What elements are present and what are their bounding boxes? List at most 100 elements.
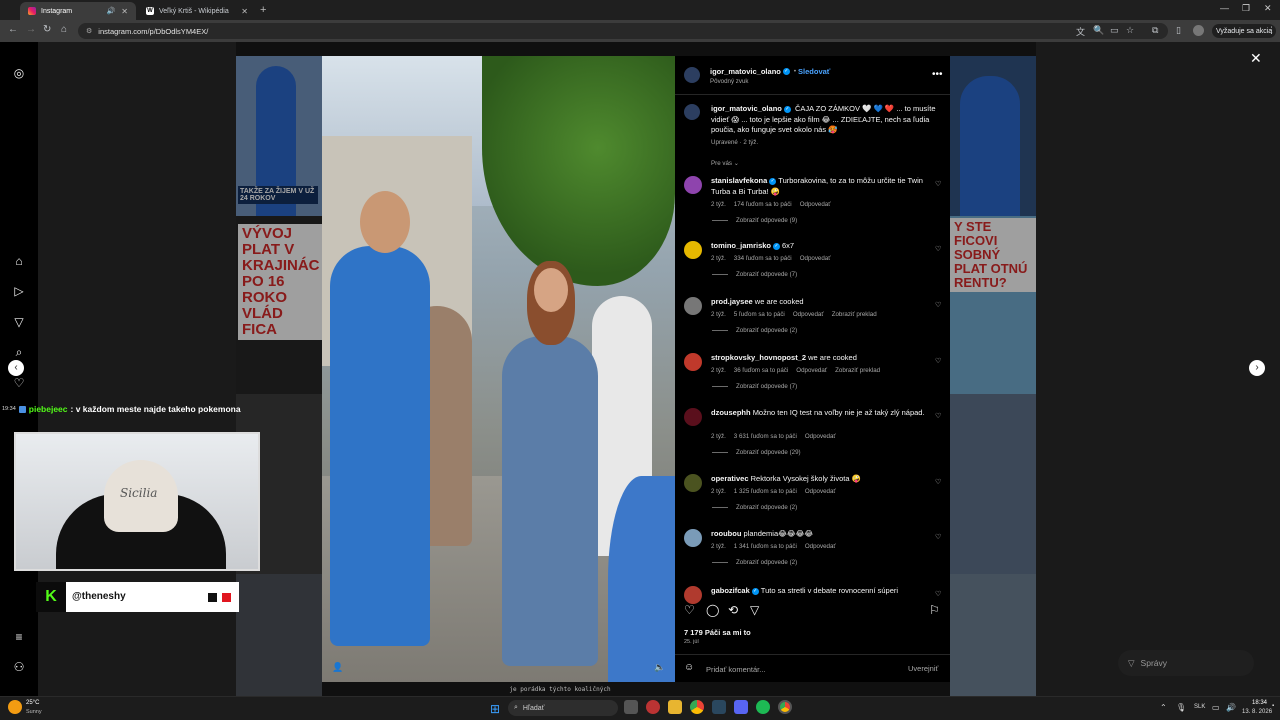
address-bar[interactable]: ⚙ instagram.com/p/DbOdlsYM4EX/ [78, 23, 1168, 39]
chrome-secondary-icon[interactable] [778, 700, 792, 714]
tab-instagram[interactable]: Instagram 🔊 ✕ [20, 2, 136, 20]
comment-avatar[interactable] [684, 176, 702, 194]
close-modal-icon[interactable]: ✕ [1250, 50, 1262, 67]
likes-count[interactable]: 7 179 Páči sa mi to [684, 628, 751, 637]
comment-like-icon[interactable]: ♡ [935, 412, 941, 420]
weather-temp[interactable]: 25°C [26, 700, 39, 706]
comment-avatar[interactable] [684, 353, 702, 371]
minimize-icon[interactable]: — [1220, 3, 1229, 13]
app-icon[interactable] [646, 700, 660, 714]
notification-icon[interactable]: ▪ [1272, 703, 1274, 709]
reply-button[interactable]: Odpovedať [800, 201, 831, 208]
comment-filter[interactable]: Pre vás ⌄ [711, 160, 739, 167]
comment-avatar[interactable] [684, 529, 702, 547]
translate-icon[interactable]: 文 [1076, 25, 1085, 38]
taskbar-search[interactable]: ⌕ Hľadať [508, 700, 618, 716]
audio-playing-icon[interactable]: 🔊 [107, 7, 116, 15]
share-send-icon[interactable]: ▽ [750, 603, 759, 617]
comment-avatar[interactable] [684, 408, 702, 426]
maximize-icon[interactable]: ❐ [1242, 3, 1250, 14]
comment-username[interactable]: prod.jaysee [711, 297, 753, 306]
reply-button[interactable]: Odpovedať [805, 433, 836, 440]
reply-button[interactable]: Odpovedať [793, 311, 824, 318]
follow-button[interactable]: Sledovať [798, 67, 830, 76]
comment-likes[interactable]: 1 325 ľuďom sa to páči [734, 488, 797, 495]
reply-button[interactable]: Odpovedať [805, 488, 836, 495]
search-nav-icon[interactable]: ⌕ [12, 345, 26, 360]
steam-icon[interactable] [712, 700, 726, 714]
messages-pill[interactable]: ▽ Správy [1118, 650, 1254, 676]
messages-nav-icon[interactable]: ▽ [12, 315, 26, 329]
author-username[interactable]: igor_matovic_olano [710, 67, 781, 76]
comment-username[interactable]: gabozifcak [711, 586, 750, 595]
comment-bubble-icon[interactable]: ◯ [706, 603, 719, 617]
reload-icon[interactable]: ↻ [43, 24, 51, 35]
repost-icon[interactable]: ⟲ [728, 603, 738, 617]
comment-like-icon[interactable]: ♡ [935, 245, 941, 253]
clock-time[interactable]: 18:34 [1252, 700, 1267, 706]
comment-username[interactable]: operativec [711, 474, 749, 483]
previous-post-icon[interactable]: ‹ [8, 360, 24, 376]
caption-username[interactable]: igor_matovic_olano [711, 104, 782, 113]
back-icon[interactable]: ← [8, 24, 18, 35]
comment-likes[interactable]: 3 631 ľuďom sa to páči [734, 433, 797, 440]
sun-weather-icon[interactable] [8, 700, 22, 714]
extensions-icon[interactable]: ⧉ [1152, 25, 1158, 36]
forward-icon[interactable]: → [26, 24, 36, 35]
view-replies-button[interactable]: Zobraziť odpovede (29) [712, 449, 801, 456]
close-tab-icon[interactable]: ✕ [121, 7, 128, 16]
home-icon[interactable]: ⌂ [61, 24, 67, 35]
comment-avatar[interactable] [684, 241, 702, 259]
zoom-icon[interactable]: 🔍 [1093, 25, 1104, 36]
new-tab-button[interactable]: + [260, 4, 266, 16]
sidebar-icon[interactable]: ▯ [1176, 25, 1181, 36]
author-avatar[interactable] [684, 67, 700, 83]
comment-likes[interactable]: 5 ľuďom sa to páči [734, 311, 785, 318]
windows-start-icon[interactable]: ⊞ [490, 702, 500, 716]
file-explorer-icon[interactable] [668, 700, 682, 714]
translate-button[interactable]: Zobraziť preklad [835, 367, 880, 374]
comment-like-icon[interactable]: ♡ [935, 180, 941, 188]
site-info-icon[interactable]: ⚙ [86, 27, 92, 35]
view-replies-button[interactable]: Zobraziť odpovede (7) [712, 271, 797, 278]
comment-username[interactable]: rooubou [711, 529, 741, 538]
post-comment-button[interactable]: Uverejniť [908, 664, 938, 673]
comment-avatar[interactable] [684, 586, 702, 604]
comment-username[interactable]: tomino_jamrisko [711, 241, 771, 250]
view-replies-button[interactable]: Zobraziť odpovede (9) [712, 217, 797, 224]
caption-author-avatar[interactable] [684, 104, 700, 120]
reel-video[interactable] [322, 56, 675, 682]
bookmark-star-icon[interactable]: ☆ [1126, 25, 1134, 36]
close-tab-icon[interactable]: ✕ [241, 7, 248, 16]
home-nav-icon[interactable]: ⌂ [12, 254, 26, 268]
comment-like-icon[interactable]: ♡ [935, 357, 941, 365]
discord-icon[interactable] [734, 700, 748, 714]
comment-input[interactable] [706, 663, 896, 675]
comment-username[interactable]: stropkovsky_hovnopost_2 [711, 353, 806, 362]
comment-like-icon[interactable]: ♡ [935, 590, 941, 598]
comment-username[interactable]: stanislavfekona [711, 176, 767, 185]
tray-chevron-up-icon[interactable]: ⌃ [1160, 703, 1167, 712]
microphone-icon[interactable]: 🎙 [1176, 703, 1186, 712]
close-window-icon[interactable]: ✕ [1264, 3, 1272, 14]
tab-wikipedia[interactable]: W Veľký Krtiš - Wikipédia ✕ [138, 2, 256, 20]
comment-likes[interactable]: 36 ľuďom sa to páči [734, 367, 788, 374]
more-options-icon[interactable]: ••• [932, 69, 943, 80]
like-heart-icon[interactable]: ♡ [684, 603, 695, 617]
emoji-icon[interactable]: ☺ [684, 662, 694, 673]
view-replies-button[interactable]: Zobraziť odpovede (7) [712, 383, 797, 390]
audio-label[interactable]: Pôvodný zvuk [710, 78, 749, 85]
chrome-icon[interactable] [690, 700, 704, 714]
view-replies-button[interactable]: Zobraziť odpovede (2) [712, 504, 797, 511]
notifications-nav-icon[interactable]: ♡ [12, 376, 26, 390]
network-icon[interactable]: ▭ [1212, 703, 1220, 712]
browser-menu-icon[interactable]: ⋮ [1267, 25, 1276, 36]
weather-desc[interactable]: Sunny [26, 709, 42, 715]
comment-like-icon[interactable]: ♡ [935, 478, 941, 486]
tagged-users-icon[interactable]: 👤 [332, 662, 343, 673]
comment-avatar[interactable] [684, 297, 702, 315]
reply-button[interactable]: Odpovedať [800, 255, 831, 262]
view-replies-button[interactable]: Zobraziť odpovede (2) [712, 559, 797, 566]
task-view-icon[interactable] [624, 700, 638, 714]
comment-like-icon[interactable]: ♡ [935, 301, 941, 309]
